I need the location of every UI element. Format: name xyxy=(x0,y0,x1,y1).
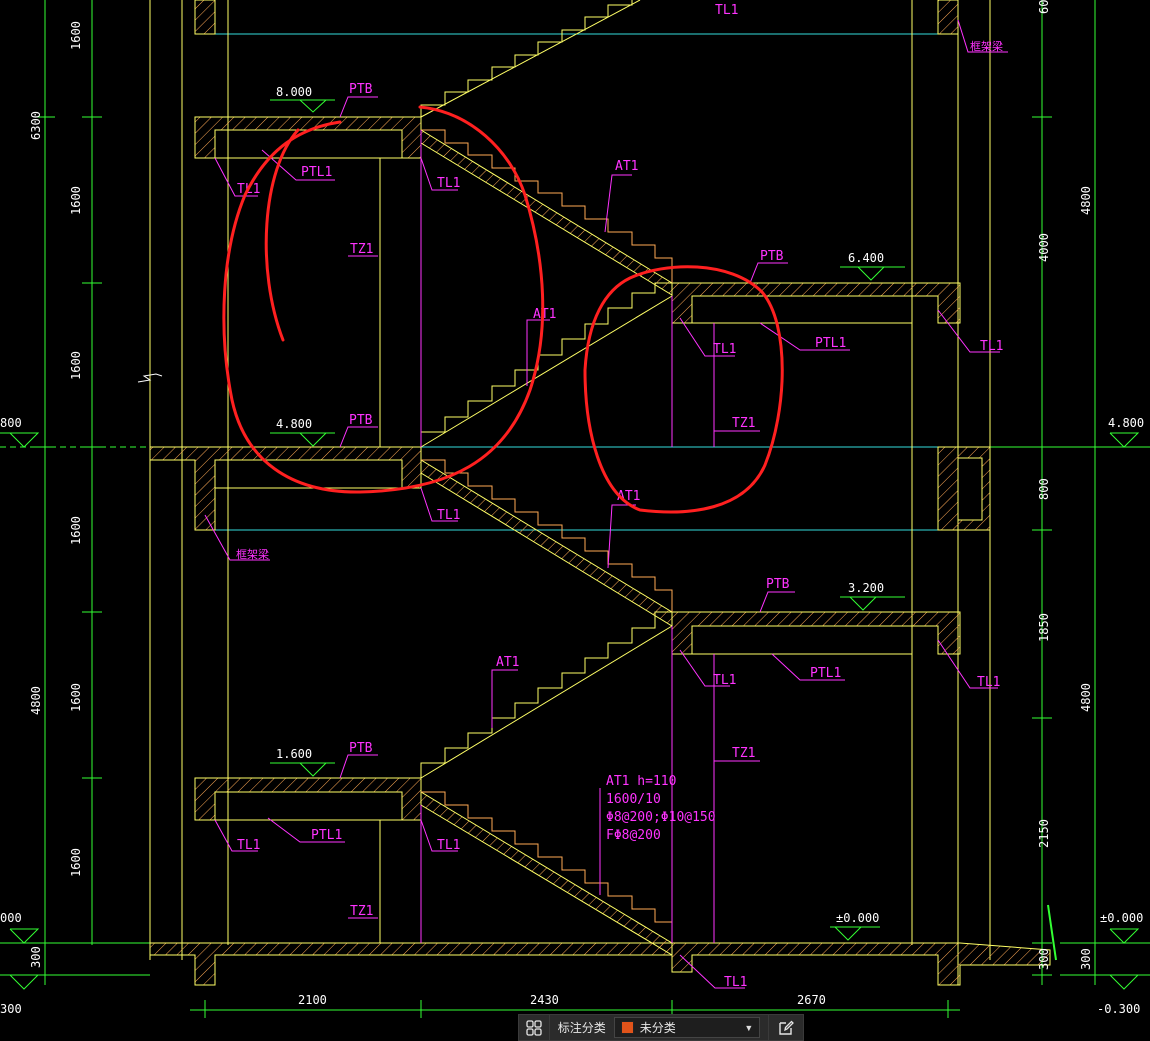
dim-left-inner-5: 1600 xyxy=(69,683,83,712)
dim-left-300: 300 xyxy=(29,946,43,968)
dim-bottom-2100: 2100 xyxy=(298,993,327,1007)
label-tz1-c: TZ1 xyxy=(732,746,755,761)
label-ptl1-1600: PTL1 xyxy=(311,828,342,843)
label-tl1-h: TL1 xyxy=(237,838,260,853)
dim-left-6300: 6300 xyxy=(29,111,43,140)
markup-arc-inner xyxy=(264,128,300,342)
dim-right-2150: 2150 xyxy=(1037,819,1051,848)
edit-icon[interactable] xyxy=(768,1015,803,1040)
label-ptb-1600: PTB xyxy=(349,741,373,756)
label-ptb-6400: PTB xyxy=(760,249,784,264)
walls xyxy=(137,0,991,985)
label-at1-a: AT1 xyxy=(615,159,638,174)
label-beam-top: 框架梁 xyxy=(970,39,1003,53)
label-ptb-4800: PTB xyxy=(349,413,373,428)
label-tz1-a: TZ1 xyxy=(350,242,373,257)
dimension-texts: 6300 4800 300 1600 1600 1600 1600 1600 1… xyxy=(29,0,1093,1007)
label-ptl1-3200: PTL1 xyxy=(810,666,841,681)
elev-right-m0300: -0.300 xyxy=(1097,1002,1140,1016)
dim-right-outer-4800-a: 4800 xyxy=(1079,186,1093,215)
label-ptb-3200: PTB xyxy=(766,577,790,592)
dim-bottom-2430: 2430 xyxy=(530,993,559,1007)
label-tl1-d: TL1 xyxy=(713,342,736,357)
elev-left-4800: 800 xyxy=(0,416,22,430)
label-ptl1-8000: PTL1 xyxy=(301,165,332,180)
annotation-line2: 1600/10 xyxy=(606,792,661,807)
label-ptb-8000: PTB xyxy=(349,82,373,97)
elev-left-0000: 000 xyxy=(0,911,22,925)
annotation-category-bar: 标注分类 未分类 ▼ xyxy=(518,1014,804,1041)
annotation-line1: AT1 h=110 xyxy=(606,774,676,789)
label-at1-d: AT1 xyxy=(496,655,519,670)
label-tl1-c: TL1 xyxy=(980,339,1003,354)
label-tl1-e: TL1 xyxy=(437,508,460,523)
label-tz1-d: TZ1 xyxy=(350,904,373,919)
label-tl1-f: TL1 xyxy=(713,673,736,688)
label-tl1-b: TL1 xyxy=(437,176,460,191)
elev-0000: ±0.000 xyxy=(836,911,879,925)
elev-6400: 6.400 xyxy=(848,251,884,265)
annotation-line4: FΦ8@200 xyxy=(606,828,661,843)
elev-1600: 1.600 xyxy=(276,747,312,761)
elev-right-4800: 4.800 xyxy=(1108,416,1144,430)
dim-right-60: 60 xyxy=(1037,0,1051,14)
dim-left-inner-6: 1600 xyxy=(69,848,83,877)
annotation-line3: Φ8@200;Φ10@150 xyxy=(606,810,716,825)
category-select-value: 未分类 xyxy=(639,1021,676,1035)
label-ptl1-6400: PTL1 xyxy=(815,336,846,351)
label-tl1-j: TL1 xyxy=(724,975,747,990)
dim-right-1850: 1850 xyxy=(1037,613,1051,642)
dim-left-inner-2: 1600 xyxy=(69,186,83,215)
elev-right-0000: ±0.000 xyxy=(1100,911,1143,925)
elevation-markers xyxy=(270,99,905,941)
category-select[interactable]: 未分类 ▼ xyxy=(613,1017,761,1038)
label-tl1-i: TL1 xyxy=(437,838,460,853)
dim-right-800: 800 xyxy=(1037,478,1051,500)
grid-icon[interactable] xyxy=(519,1015,550,1040)
dim-bottom-2670: 2670 xyxy=(797,993,826,1007)
elev-4800: 4.800 xyxy=(276,417,312,431)
label-at1-b: AT1 xyxy=(533,307,556,322)
label-tz1-b: TZ1 xyxy=(732,416,755,431)
label-tl1-g: TL1 xyxy=(977,675,1000,690)
dim-right-outer-4800-b: 4800 xyxy=(1079,683,1093,712)
elev-left-m0300: 300 xyxy=(0,1002,22,1016)
label-tl1-top: TL1 xyxy=(715,3,738,18)
category-label: 标注分类 xyxy=(557,1021,606,1035)
dim-left-inner-1: 1600 xyxy=(69,21,83,50)
elev-3200: 3.200 xyxy=(848,581,884,595)
dim-left-4800: 4800 xyxy=(29,686,43,715)
elev-8000: 8.000 xyxy=(276,85,312,99)
dim-left-inner-3: 1600 xyxy=(69,351,83,380)
cad-drawing-canvas[interactable]: 8.000 6.400 4.800 3.200 1.600 ±0.000 800… xyxy=(0,0,1150,1041)
label-beam-mid: 框架梁 xyxy=(236,547,269,561)
dim-left-inner-4: 1600 xyxy=(69,516,83,545)
dim-right-300: 300 xyxy=(1037,948,1051,970)
dim-right-outer-300: 300 xyxy=(1079,948,1093,970)
chevron-down-icon: ▼ xyxy=(744,1022,754,1033)
category-color-swatch xyxy=(620,1021,634,1034)
dim-right-4000: 4000 xyxy=(1037,233,1051,262)
